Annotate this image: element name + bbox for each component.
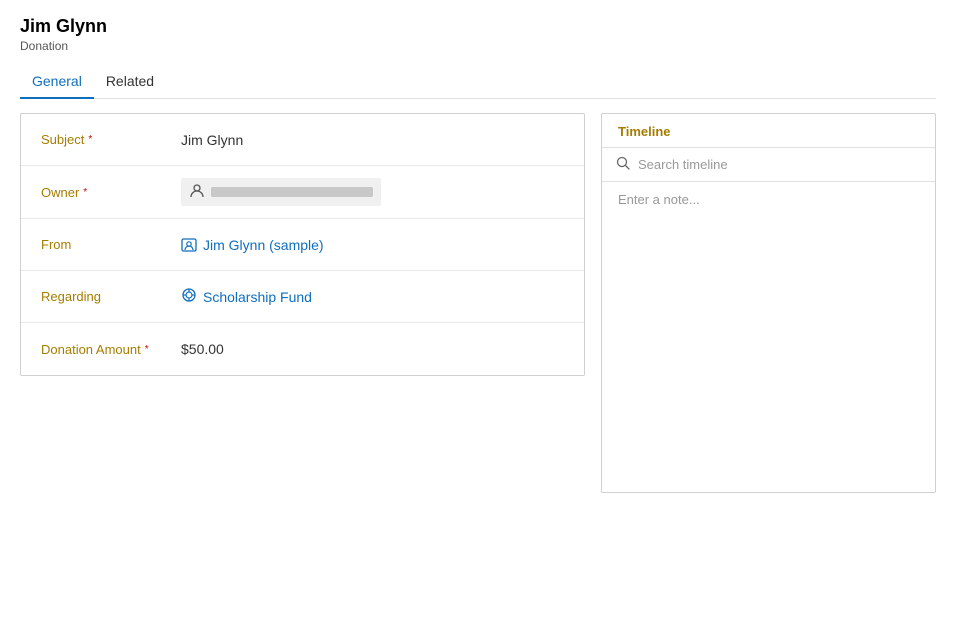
timeline-search-input[interactable] bbox=[638, 157, 921, 172]
from-label: From bbox=[41, 237, 181, 252]
owner-text-placeholder bbox=[211, 187, 373, 197]
regarding-value[interactable]: Scholarship Fund bbox=[181, 287, 564, 306]
from-field: From Jim Glynn (sample) bbox=[21, 219, 584, 271]
regarding-label: Regarding bbox=[41, 289, 181, 304]
owner-required: * bbox=[83, 187, 87, 198]
record-title: Jim Glynn bbox=[20, 16, 936, 37]
subject-value[interactable]: Jim Glynn bbox=[181, 132, 564, 148]
record-type: Donation bbox=[20, 39, 936, 53]
timeline-note-placeholder[interactable]: Enter a note... bbox=[602, 182, 935, 217]
donation-required: * bbox=[145, 344, 149, 355]
timeline-panel: Timeline Enter a note... bbox=[601, 113, 936, 493]
subject-required: * bbox=[88, 134, 92, 145]
regarding-field: Regarding Scholarship Fund bbox=[21, 271, 584, 323]
owner-input-box[interactable] bbox=[181, 178, 381, 206]
timeline-header: Timeline bbox=[602, 114, 935, 148]
tab-general[interactable]: General bbox=[20, 65, 94, 99]
campaign-icon bbox=[181, 287, 197, 306]
timeline-search-bar[interactable] bbox=[602, 148, 935, 182]
from-value[interactable]: Jim Glynn (sample) bbox=[181, 237, 564, 253]
donation-amount-value[interactable]: $50.00 bbox=[181, 341, 564, 357]
owner-field: Owner * bbox=[21, 166, 584, 219]
tab-related[interactable]: Related bbox=[94, 65, 166, 99]
person-icon bbox=[189, 183, 205, 202]
contact-icon bbox=[181, 237, 197, 253]
page-container: Jim Glynn Donation General Related Subje… bbox=[0, 0, 956, 509]
form-card: Subject * Jim Glynn Owner * bbox=[20, 113, 585, 376]
main-content: Subject * Jim Glynn Owner * bbox=[20, 113, 936, 493]
subject-field: Subject * Jim Glynn bbox=[21, 114, 584, 166]
search-icon bbox=[616, 156, 630, 173]
owner-value[interactable] bbox=[181, 178, 564, 206]
owner-label: Owner * bbox=[41, 185, 181, 200]
subject-label: Subject * bbox=[41, 132, 181, 147]
donation-amount-label: Donation Amount * bbox=[41, 342, 181, 357]
donation-amount-field: Donation Amount * $50.00 bbox=[21, 323, 584, 375]
tabs-bar: General Related bbox=[20, 65, 936, 99]
